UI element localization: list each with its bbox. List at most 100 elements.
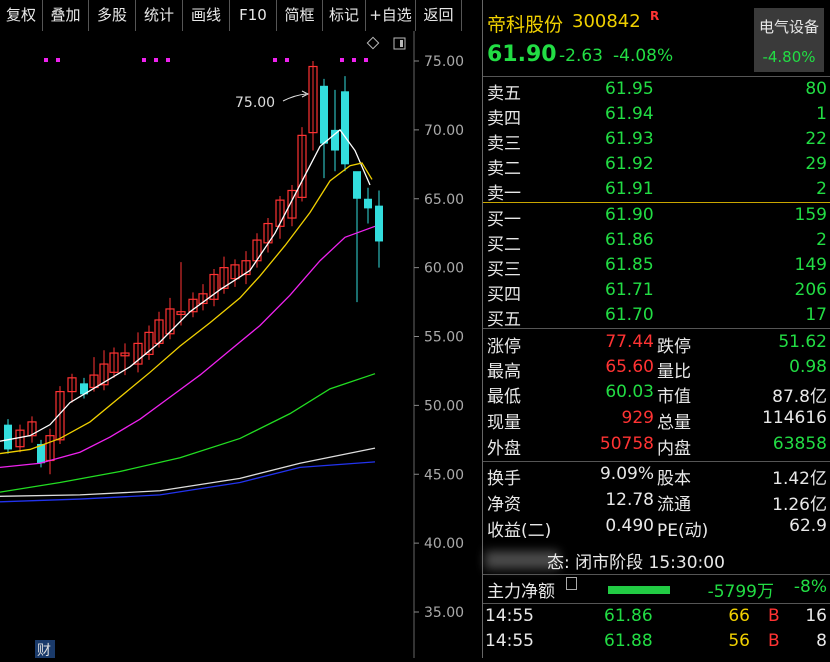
axis-label: 55.00 <box>424 330 464 346</box>
tick-volume: 66 <box>728 606 750 626</box>
order-volume: 80 <box>805 79 827 99</box>
stat-row: 现量 929 总量 114616 <box>483 408 830 433</box>
vol-ratio-value: 0.98 <box>789 357 827 377</box>
order-volume: 17 <box>805 305 827 325</box>
kline-chart[interactable]: 75.00 70.00 65.00 60.00 55.00 50.00 45.00 40.00… <box>0 31 482 659</box>
signal-marker <box>44 58 48 62</box>
buy-row[interactable]: 买四 61.71 206 <box>483 280 830 305</box>
low-value: 60.03 <box>605 382 654 402</box>
candle-body-down <box>341 91 349 165</box>
turnover-label: 换手 <box>487 469 521 489</box>
axis-label: 70.00 <box>424 123 464 139</box>
tick-side: B <box>768 606 780 626</box>
chart-toolbar: 复权 叠加 多股 统计 画线 F10 简框 标记 +自选 返回 <box>0 0 482 31</box>
toolbar-button[interactable]: 叠加 <box>43 0 89 31</box>
limit-down-value: 51.62 <box>778 332 827 352</box>
toolbar-button[interactable]: +自选 <box>366 0 416 31</box>
total-vol-label: 总量 <box>657 413 691 433</box>
stat-row: 净资 12.78 流通 1.26亿 <box>483 490 830 515</box>
order-level-label: 买三 <box>487 260 521 280</box>
stat-row: 收益(二) 0.490 PE(动) 62.9 <box>483 516 830 541</box>
signal-marker <box>273 58 277 62</box>
stat-row: 最低 60.03 市值 87.8亿 <box>483 382 830 407</box>
order-level-label: 买二 <box>487 235 521 255</box>
candle-body-down <box>320 85 328 144</box>
toolbar-button[interactable]: 返回 <box>416 0 462 31</box>
order-volume: 149 <box>794 255 827 275</box>
order-volume: 22 <box>805 129 827 149</box>
tick-time: 14:55 <box>485 606 534 626</box>
tick-price: 61.88 <box>604 631 653 651</box>
divider <box>483 603 830 604</box>
panel-toggle-icon[interactable] <box>393 37 406 50</box>
order-level-label: 卖三 <box>487 134 521 154</box>
order-price: 61.95 <box>605 79 654 99</box>
order-volume: 1 <box>816 104 827 124</box>
kline-svg[interactable]: 75.00 70.00 65.00 60.00 55.00 50.00 45.00 40.00… <box>0 31 482 659</box>
axis-label: 45.00 <box>424 467 464 483</box>
toolbar-button[interactable]: 统计 <box>136 0 183 31</box>
stat-row: 换手 9.09% 股本 1.42亿 <box>483 464 830 489</box>
sell-row[interactable]: 卖五 61.95 80 <box>483 79 830 104</box>
sell-row[interactable]: 卖一 61.91 2 <box>483 179 830 204</box>
sector-pct: -4.80% <box>762 48 816 66</box>
order-level-label: 买五 <box>487 310 521 330</box>
sell-row[interactable]: 卖三 61.93 22 <box>483 129 830 154</box>
nav-label: 净资 <box>487 495 521 515</box>
vol-ratio-label: 量比 <box>657 362 691 382</box>
market-phase: 态: 闭市阶段 15:30:00 <box>547 553 725 573</box>
price-change: -2.63 <box>559 46 603 66</box>
axis-label: 50.00 <box>424 398 464 414</box>
toolbar-button[interactable]: 复权 <box>0 0 43 31</box>
order-price: 61.71 <box>605 280 654 300</box>
news-marker[interactable]: 财 <box>37 643 51 659</box>
toolbar-button[interactable]: F10 <box>230 0 277 31</box>
tick-time: 14:55 <box>485 631 534 651</box>
order-level-label: 买四 <box>487 285 521 305</box>
signal-marker <box>154 58 158 62</box>
limit-up-value: 77.44 <box>605 332 654 352</box>
turnover-value: 9.09% <box>599 464 654 484</box>
high-marker-label: 75.00 <box>235 95 275 111</box>
order-volume: 159 <box>794 205 827 225</box>
axis-label: 75.00 <box>424 54 464 70</box>
tick-side: B <box>768 631 780 651</box>
tick-count: 16 <box>805 606 827 626</box>
high-value: 65.60 <box>605 357 654 377</box>
toolbar-button[interactable]: 多股 <box>89 0 136 31</box>
stock-name[interactable]: 帝科股份 <box>487 10 563 37</box>
candle-body-down <box>353 171 361 199</box>
tick-count: 8 <box>816 631 827 651</box>
signal-marker <box>352 58 356 62</box>
sell-row[interactable]: 卖四 61.94 1 <box>483 104 830 129</box>
eps-label: 收益(二) <box>487 521 552 541</box>
cur-vol-value: 929 <box>621 408 654 428</box>
candle-body-down <box>4 424 12 450</box>
sector-box[interactable]: 电气设备 -4.80% <box>754 8 824 72</box>
order-price: 61.86 <box>605 230 654 250</box>
tick-row: 14:55 61.88 56 B 8 <box>483 631 830 655</box>
last-price: 61.90 <box>487 42 557 67</box>
buy-row[interactable]: 买三 61.85 149 <box>483 255 830 280</box>
buy-row[interactable]: 买五 61.70 17 <box>483 305 830 330</box>
toolbar-button[interactable]: 画线 <box>183 0 230 31</box>
order-volume: 206 <box>794 280 827 300</box>
order-level-label: 卖二 <box>487 159 521 179</box>
quote-panel: 帝科股份 300842 R 电气设备 -4.80% 61.90 -2.63 -4… <box>483 0 830 658</box>
buy-row[interactable]: 买二 61.86 2 <box>483 230 830 255</box>
sell-row[interactable]: 卖二 61.92 29 <box>483 154 830 179</box>
candle-body-down <box>364 198 372 209</box>
shares-label: 股本 <box>657 469 691 489</box>
order-price: 61.90 <box>605 205 654 225</box>
order-level-label: 卖五 <box>487 84 521 104</box>
buy-row[interactable]: 买一 61.90 159 <box>483 205 830 230</box>
diamond-icon[interactable] <box>366 36 380 50</box>
document-icon[interactable] <box>566 577 577 590</box>
axis-label: 40.00 <box>424 536 464 552</box>
stat-row: 最高 65.60 量比 0.98 <box>483 357 830 382</box>
eps-value: 0.490 <box>605 516 654 536</box>
toolbar-button[interactable]: 简框 <box>277 0 323 31</box>
toolbar-button[interactable]: 标记 <box>323 0 366 31</box>
low-label: 最低 <box>487 387 521 407</box>
outer-value: 50758 <box>599 434 654 454</box>
